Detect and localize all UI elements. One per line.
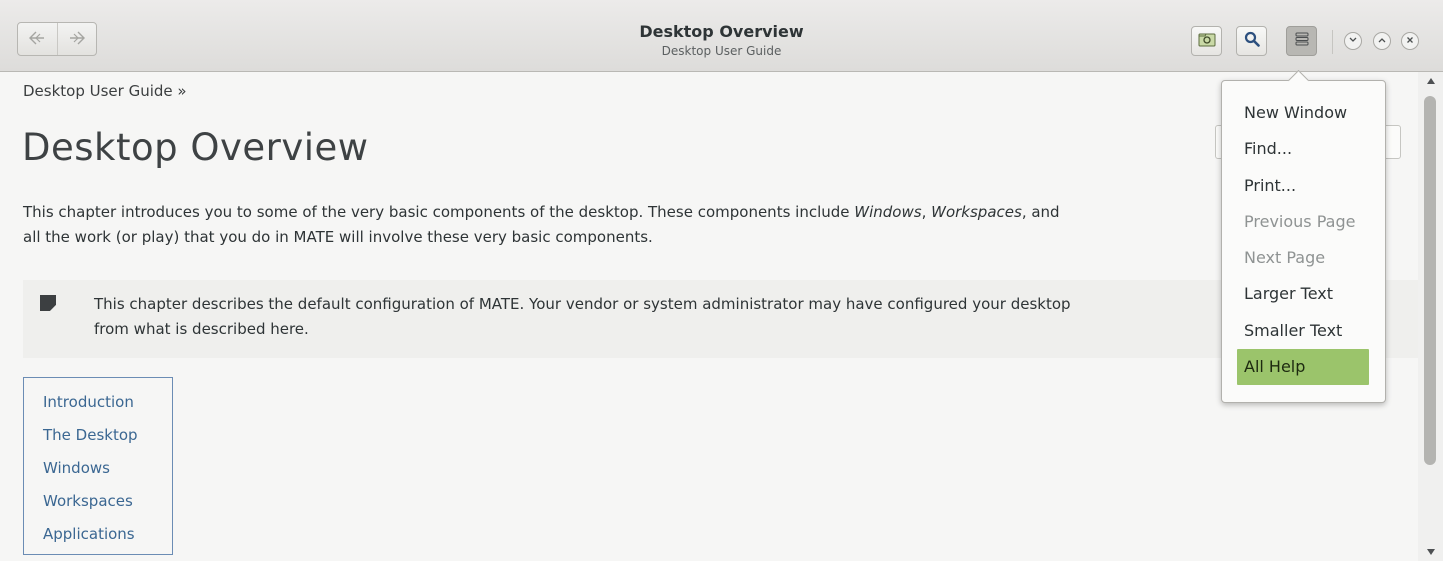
menu-item-larger-text[interactable]: Larger Text xyxy=(1237,276,1369,312)
title-area: Desktop Overview Desktop User Guide xyxy=(520,22,923,59)
maximize-icon xyxy=(1378,37,1386,46)
back-button[interactable] xyxy=(18,23,57,55)
header-separator xyxy=(1332,30,1333,54)
breadcrumb[interactable]: Desktop User Guide » xyxy=(23,82,187,100)
page-title: Desktop Overview xyxy=(22,126,369,169)
table-of-contents: Introduction The Desktop Windows Workspa… xyxy=(23,377,173,555)
maximize-button[interactable] xyxy=(1373,32,1391,50)
document-view[interactable]: Desktop User Guide » Desktop Overview Th… xyxy=(0,72,1418,561)
back-arrow-icon xyxy=(28,30,46,49)
window-title: Desktop Overview xyxy=(639,22,804,41)
bookmark-icon xyxy=(1198,31,1216,51)
vertical-scrollbar[interactable] xyxy=(1418,72,1443,561)
minimize-icon xyxy=(1349,37,1357,46)
navigation-buttons xyxy=(17,22,97,56)
toc-link-the-desktop[interactable]: The Desktop xyxy=(43,419,172,452)
note-box: This chapter describes the default confi… xyxy=(23,280,1418,358)
window-subtitle: Desktop User Guide xyxy=(661,44,782,58)
note-line-1: This chapter describes the default confi… xyxy=(94,295,1071,313)
intro-text-1: This chapter introduces you to some of t… xyxy=(23,203,855,221)
scroll-down-arrow-icon[interactable] xyxy=(1427,549,1435,555)
menu-icon xyxy=(1294,31,1310,51)
bookmark-button[interactable] xyxy=(1191,26,1222,56)
intro-text-3: , and xyxy=(1021,203,1060,221)
minimize-button[interactable] xyxy=(1344,32,1362,50)
forward-button[interactable] xyxy=(56,23,97,55)
search-icon xyxy=(1244,31,1260,51)
scroll-up-arrow-icon[interactable] xyxy=(1427,78,1435,84)
intro-paragraph: This chapter introduces you to some of t… xyxy=(23,200,1413,250)
close-icon xyxy=(1406,36,1414,47)
intro-emphasis-windows: Windows xyxy=(854,203,922,221)
intro-emphasis-workspaces: Workspaces xyxy=(931,203,1022,221)
menu-item-find[interactable]: Find... xyxy=(1237,131,1369,167)
menu-button[interactable] xyxy=(1286,26,1317,56)
toc-link-workspaces[interactable]: Workspaces xyxy=(43,485,172,518)
menu-item-previous-page: Previous Page xyxy=(1244,211,1356,231)
toc-link-windows[interactable]: Windows xyxy=(43,452,172,485)
menu-item-all-help[interactable]: All Help xyxy=(1237,349,1369,386)
note-text: This chapter describes the default confi… xyxy=(94,292,1404,342)
header-bar: Desktop Overview Desktop User Guide xyxy=(0,0,1443,72)
toc-link-applications[interactable]: Applications xyxy=(43,518,172,551)
menu-item-new-window[interactable]: New Window xyxy=(1237,95,1369,131)
note-line-2: from what is described here. xyxy=(94,320,309,338)
menu-item-next-page: Next Page xyxy=(1244,248,1326,268)
app-menu-popover: New Window Find... Print... Previous Pag… xyxy=(1221,69,1386,403)
forward-arrow-icon xyxy=(68,30,86,49)
intro-line-2: all the work (or play) that you do in MA… xyxy=(23,228,653,246)
intro-text-2: , xyxy=(921,203,932,221)
menu-item-list: New Window Find... Print... Previous Pag… xyxy=(1237,95,1369,386)
menu-item-print[interactable]: Print... xyxy=(1237,168,1369,204)
search-button[interactable] xyxy=(1236,26,1267,56)
toc-link-introduction[interactable]: Introduction xyxy=(43,386,172,419)
close-button[interactable] xyxy=(1401,32,1419,50)
scrollbar-thumb[interactable] xyxy=(1424,96,1436,465)
note-icon xyxy=(40,295,56,311)
menu-item-smaller-text[interactable]: Smaller Text xyxy=(1237,313,1369,349)
